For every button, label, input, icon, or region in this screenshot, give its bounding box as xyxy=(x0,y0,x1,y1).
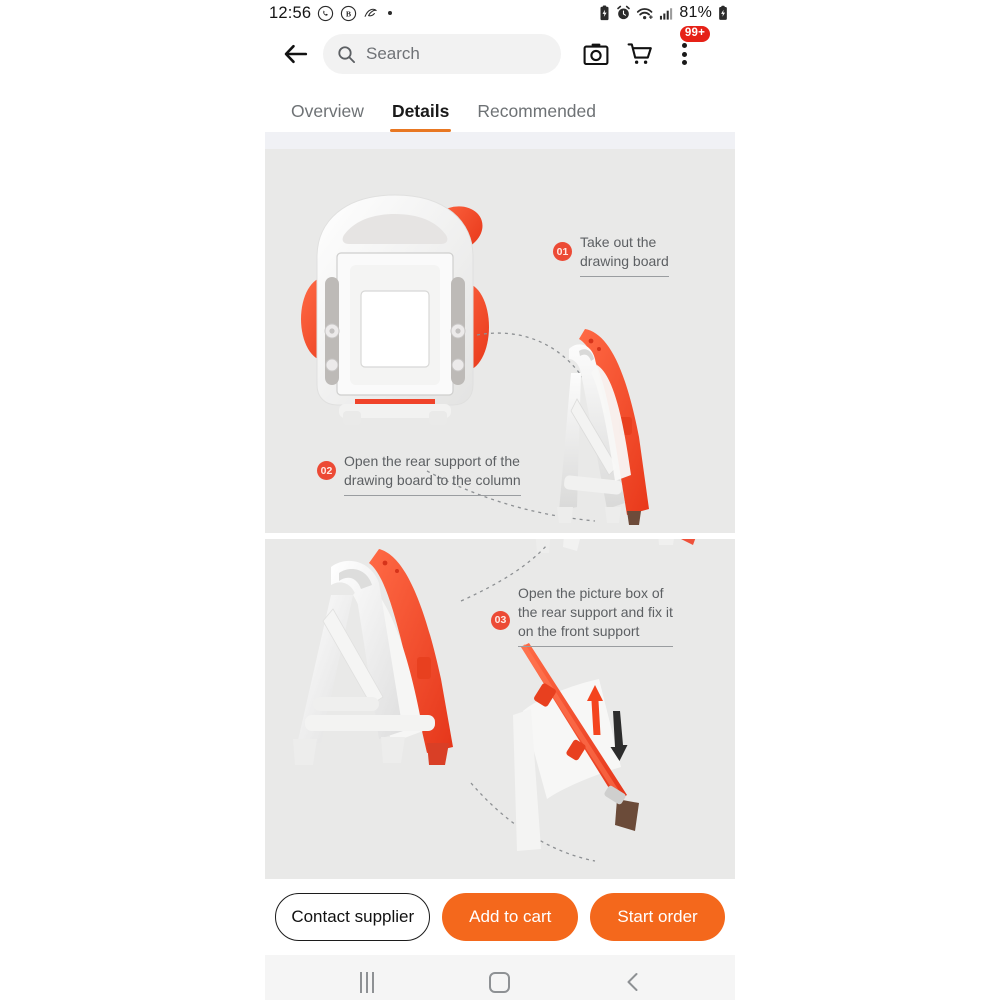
callout-number: 02 xyxy=(317,461,336,480)
whatsapp-icon xyxy=(317,5,334,22)
camera-search-button[interactable] xyxy=(579,37,613,71)
alarm-icon xyxy=(616,5,631,21)
notification-badge: 99+ xyxy=(679,26,710,43)
android-nav-bar xyxy=(265,955,735,1000)
tab-recommended[interactable]: Recommended xyxy=(463,101,610,132)
recents-button[interactable] xyxy=(339,962,395,1000)
signal-icon xyxy=(659,6,674,21)
app-bar: Search 99+ xyxy=(265,26,735,82)
search-icon xyxy=(337,45,356,64)
callout-text: Open the picture box of the rear support… xyxy=(518,584,673,648)
back-button[interactable] xyxy=(279,37,313,71)
recents-icon xyxy=(360,971,375,993)
screenshot-root: 12:56 B 81% Search 99+ Overview Details … xyxy=(0,0,1000,1000)
status-bar-left: 12:56 B xyxy=(269,3,393,23)
detail-image-top-strip xyxy=(265,132,735,149)
scribble-icon xyxy=(363,7,380,20)
callout-number: 01 xyxy=(553,242,572,261)
callout-number: 03 xyxy=(491,610,510,630)
details-scroll-area[interactable]: 01 Take out the drawing board 02 Open th… xyxy=(265,132,735,879)
contact-supplier-button[interactable]: Contact supplier xyxy=(275,893,431,941)
back-chevron-icon xyxy=(627,973,638,991)
callout-03: 03 Open the picture box of the rear supp… xyxy=(491,584,673,648)
assembly-step-image-2[interactable]: 03 Open the picture box of the rear supp… xyxy=(265,539,735,879)
b-app-icon: B xyxy=(340,5,357,22)
tab-bar: Overview Details Recommended xyxy=(265,82,735,132)
status-bar-right: 81% xyxy=(598,4,729,22)
cart-button[interactable] xyxy=(623,37,657,71)
more-vertical-icon xyxy=(681,43,687,65)
start-order-button[interactable]: Start order xyxy=(590,893,725,941)
camera-icon xyxy=(583,43,609,66)
callout-text: Take out the drawing board xyxy=(580,233,669,278)
battery-percent-label: 81% xyxy=(679,4,712,21)
home-button[interactable] xyxy=(472,962,528,1000)
status-clock: 12:56 xyxy=(269,3,312,22)
tab-details[interactable]: Details xyxy=(378,101,463,132)
back-nav-button[interactable] xyxy=(605,962,661,1000)
dot-icon xyxy=(388,11,393,15)
status-bar: 12:56 B 81% xyxy=(265,0,735,26)
tab-overview[interactable]: Overview xyxy=(277,101,378,132)
shopping-cart-icon xyxy=(627,43,652,64)
assembly-step-image-1[interactable]: 01 Take out the drawing board 02 Open th… xyxy=(265,149,735,533)
svg-text:B: B xyxy=(346,9,351,18)
back-arrow-icon xyxy=(284,44,308,64)
add-to-cart-button[interactable]: Add to cart xyxy=(442,893,579,941)
callout-01: 01 Take out the drawing board xyxy=(553,233,669,278)
search-placeholder: Search xyxy=(366,44,420,63)
home-icon xyxy=(489,971,511,993)
wifi-icon xyxy=(636,6,654,21)
action-bar: Contact supplier Add to cart Start order xyxy=(265,879,735,955)
callout-text: Open the rear support of the drawing boa… xyxy=(344,452,521,497)
search-input[interactable]: Search xyxy=(323,34,561,74)
phone-screen: 12:56 B 81% Search 99+ Overview Details … xyxy=(265,0,735,1000)
battery-saver-icon xyxy=(598,5,611,21)
overflow-menu-button[interactable]: 99+ xyxy=(667,26,710,71)
battery-icon xyxy=(717,5,729,21)
callout-02: 02 Open the rear support of the drawing … xyxy=(317,452,521,497)
